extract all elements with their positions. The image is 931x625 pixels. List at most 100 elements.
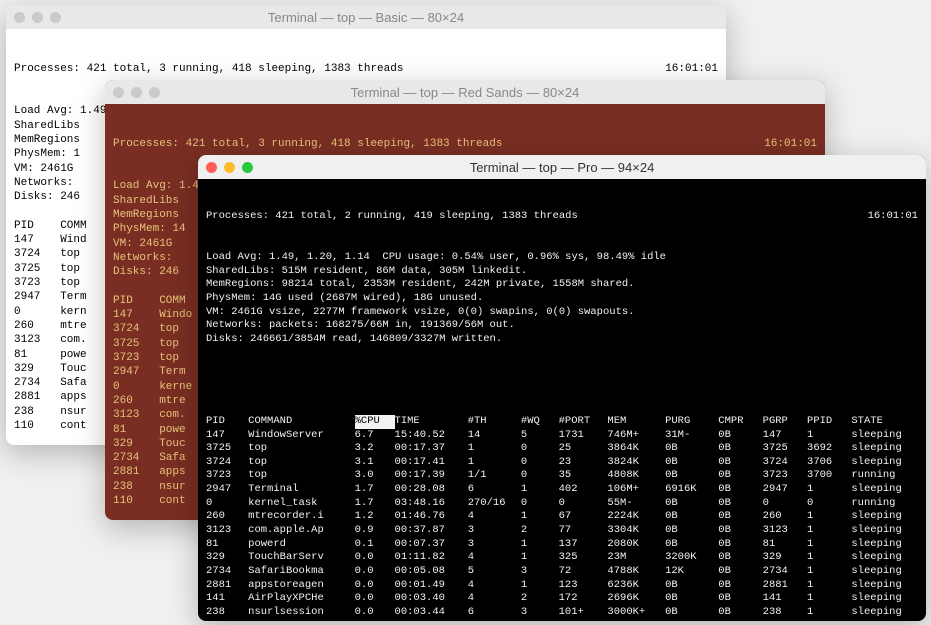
table-cell: 1	[807, 565, 851, 579]
table-cell: 0B	[665, 538, 718, 552]
table-row: 147WindowServer6.715:40.521451731746M+31…	[206, 429, 918, 443]
column-header: CMPR	[718, 415, 762, 429]
table-cell: 03:48.16	[395, 497, 468, 511]
table-cell: powerd	[248, 538, 354, 552]
table-cell: SafariBookma	[248, 565, 354, 579]
term-line: PhysMem: 14G used (2687M wired), 18G unu…	[206, 292, 918, 306]
table-row: 3123com.apple.Ap0.900:37.8732773304K0B0B…	[206, 524, 918, 538]
table-cell: 6236K	[607, 579, 665, 593]
column-header: PPID	[807, 415, 851, 429]
table-cell: 0.0	[355, 579, 395, 593]
table-cell: 0B	[718, 429, 762, 443]
table-cell: 00:05.08	[395, 565, 468, 579]
titlebar[interactable]: Terminal — top — Pro — 94×24	[198, 155, 926, 179]
table-cell: 106M+	[607, 483, 665, 497]
column-header: #PORT	[559, 415, 608, 429]
minimize-button[interactable]	[131, 87, 142, 98]
table-cell: 23M	[607, 551, 665, 565]
time: 16:01:01	[665, 62, 718, 76]
table-cell: 0B	[665, 442, 718, 456]
table-cell: 23	[559, 456, 608, 470]
table-cell: 3725	[206, 442, 248, 456]
table-cell: 3724	[763, 456, 807, 470]
table-cell: 72	[559, 565, 608, 579]
table-cell: 3	[468, 538, 521, 552]
table-cell: 0	[521, 442, 559, 456]
table-cell: 0.0	[355, 606, 395, 620]
titlebar[interactable]: Terminal — top — Basic — 80×24	[6, 5, 726, 29]
table-cell: 0	[807, 497, 851, 511]
table-row: 3723top3.000:17.391/10354808K0B0B3723370…	[206, 469, 918, 483]
table-cell: 2881	[206, 579, 248, 593]
table-cell: 3824K	[607, 456, 665, 470]
table-row: 2881appstoreagen0.000:01.49411236236K0B0…	[206, 579, 918, 593]
window-title: Terminal — top — Basic — 80×24	[14, 10, 718, 25]
minimize-button[interactable]	[32, 12, 43, 23]
table-cell: 1	[807, 538, 851, 552]
minimize-button[interactable]	[224, 162, 235, 173]
table-cell: sleeping	[851, 429, 918, 443]
table-cell: 1.7	[355, 497, 395, 511]
table-cell: sleeping	[851, 565, 918, 579]
table-cell: 0	[521, 456, 559, 470]
table-cell: 1	[807, 579, 851, 593]
table-cell: 6916K	[665, 483, 718, 497]
table-cell: 00:03.44	[395, 606, 468, 620]
table-cell: sleeping	[851, 538, 918, 552]
maximize-button[interactable]	[242, 162, 253, 173]
terminal-body[interactable]: Processes: 421 total, 2 running, 419 sle…	[198, 179, 926, 621]
table-cell: 0B	[718, 524, 762, 538]
table-cell: 0.0	[355, 551, 395, 565]
table-cell: 1	[807, 510, 851, 524]
close-button[interactable]	[14, 12, 25, 23]
terminal-window-pro[interactable]: Terminal — top — Pro — 94×24 Processes: …	[198, 155, 926, 621]
close-button[interactable]	[206, 162, 217, 173]
table-cell: 1	[807, 483, 851, 497]
process-table: PIDCOMMAND%CPUTIME#TH#WQ#PORTMEMPURGCMPR…	[206, 415, 918, 620]
table-cell: 0B	[718, 606, 762, 620]
table-cell: 12K	[665, 565, 718, 579]
table-cell: 1	[807, 606, 851, 620]
maximize-button[interactable]	[50, 12, 61, 23]
table-cell: 0B	[665, 497, 718, 511]
table-cell: 329	[206, 551, 248, 565]
table-row: 81powerd0.100:07.37311372080K0B0B811slee…	[206, 538, 918, 552]
table-cell: 00:03.40	[395, 592, 468, 606]
table-cell: 0B	[665, 579, 718, 593]
term-line: Networks: packets: 168275/66M in, 191369…	[206, 319, 918, 333]
table-cell: 0B	[718, 456, 762, 470]
close-button[interactable]	[113, 87, 124, 98]
table-cell: 238	[206, 606, 248, 620]
table-cell: sleeping	[851, 606, 918, 620]
table-cell: 5	[468, 565, 521, 579]
table-cell: 3724	[206, 456, 248, 470]
table-cell: 0B	[718, 497, 762, 511]
traffic-lights	[113, 87, 160, 98]
maximize-button[interactable]	[149, 87, 160, 98]
table-cell: sleeping	[851, 592, 918, 606]
table-cell: 1	[521, 483, 559, 497]
table-cell: 746M+	[607, 429, 665, 443]
table-cell: 2	[521, 592, 559, 606]
term-line: VM: 2461G vsize, 2277M framework vsize, …	[206, 306, 918, 320]
table-cell: 4	[468, 579, 521, 593]
table-cell: 1	[468, 442, 521, 456]
table-cell: 3000K+	[607, 606, 665, 620]
table-cell: 0.1	[355, 538, 395, 552]
table-cell: 329	[763, 551, 807, 565]
table-cell: sleeping	[851, 510, 918, 524]
titlebar[interactable]: Terminal — top — Red Sands — 80×24	[105, 80, 825, 104]
table-cell: 0B	[718, 538, 762, 552]
table-cell: 0B	[718, 510, 762, 524]
table-cell: sleeping	[851, 524, 918, 538]
table-header-row: PIDCOMMAND%CPUTIME#TH#WQ#PORTMEMPURGCMPR…	[206, 415, 918, 429]
table-cell: 01:11.82	[395, 551, 468, 565]
table-cell: sleeping	[851, 483, 918, 497]
table-cell: 4	[468, 592, 521, 606]
column-header: #TH	[468, 415, 521, 429]
table-cell: 0	[763, 497, 807, 511]
table-cell: 2696K	[607, 592, 665, 606]
table-cell: 0B	[718, 551, 762, 565]
table-cell: 3	[521, 606, 559, 620]
table-cell: 0B	[665, 510, 718, 524]
